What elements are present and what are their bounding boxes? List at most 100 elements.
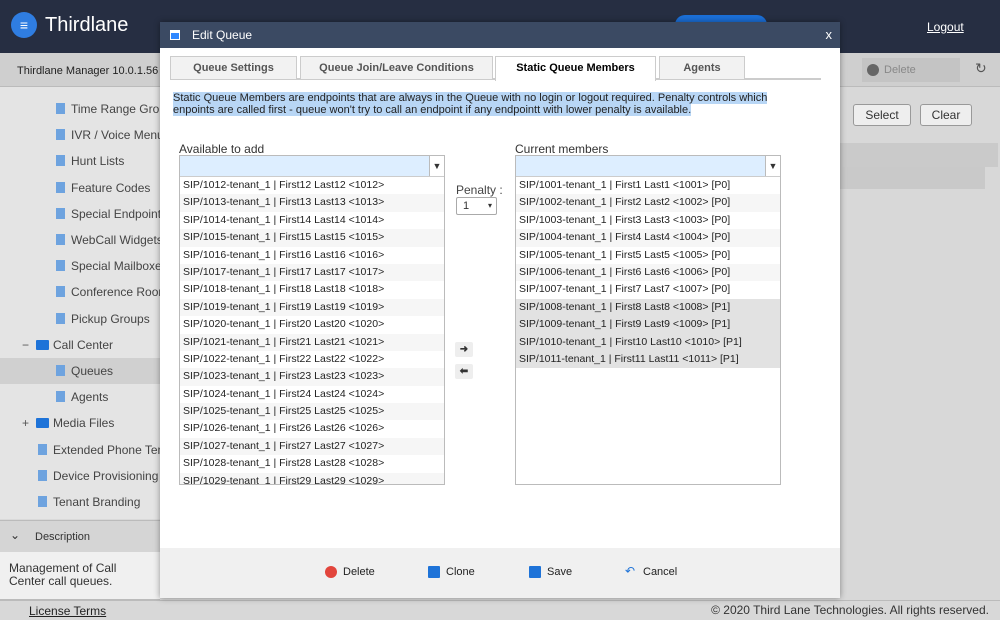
sidebar-item-label: Hunt Lists [71, 154, 125, 169]
save-icon [529, 566, 541, 578]
list-item[interactable]: SIP/1022-tenant_1 | First22 Last22 <1022… [180, 351, 444, 368]
list-item[interactable]: SIP/1015-tenant_1 | First15 Last15 <1015… [180, 229, 444, 247]
list-item[interactable]: SIP/1013-tenant_1 | First13 Last13 <1013… [180, 194, 444, 212]
list-item[interactable]: SIP/1003-tenant_1 | First3 Last3 <1003> … [516, 212, 780, 229]
refresh-icon[interactable]: ↻ [975, 60, 987, 77]
list-item[interactable]: SIP/1017-tenant_1 | First17 Last17 <1017… [180, 263, 444, 282]
list-item[interactable]: SIP/1021-tenant_1 | First21 Last21 <1021… [180, 333, 444, 351]
chevron-down-icon[interactable]: ⌄ [10, 528, 20, 542]
copyright: © 2020 Third Lane Technologies. All righ… [711, 603, 989, 617]
clear-button[interactable]: Clear [920, 104, 972, 126]
expand-icon[interactable]: + [22, 410, 36, 436]
available-filter-input[interactable]: ▼ [180, 156, 444, 177]
sidebar-item[interactable]: Pickup Groups [0, 306, 160, 332]
sidebar-item-label: IVR / Voice Menus [71, 128, 160, 143]
filter-icon[interactable]: ▼ [429, 156, 444, 176]
folder-icon [36, 339, 49, 350]
sidebar-item[interactable]: Conference Rooms [0, 279, 160, 305]
add-arrow-right-icon[interactable]: ➜ [455, 342, 473, 357]
document-icon [56, 129, 65, 141]
sidebar-item[interactable]: + Media Files [0, 410, 160, 436]
collapse-icon[interactable]: − [22, 332, 36, 358]
list-item[interactable]: SIP/1024-tenant_1 | First24 Last24 <1024… [180, 386, 444, 403]
list-item[interactable]: SIP/1028-tenant_1 | First28 Last28 <1028… [180, 455, 444, 472]
list-item[interactable]: SIP/1014-tenant_1 | First14 Last14 <1014… [180, 212, 444, 229]
sidebar-item[interactable]: Hunt Lists [0, 148, 160, 174]
dialog-footer: Delete Clone Save ↶ Cancel [160, 548, 840, 598]
sidebar-item[interactable]: Queues [0, 358, 160, 384]
current-members-list[interactable]: ▼ SIP/1001-tenant_1 | First1 Last1 <1001… [515, 155, 781, 485]
delete-button[interactable]: Delete [325, 566, 375, 578]
available-label: Available to add [179, 142, 265, 156]
list-item[interactable]: SIP/1010-tenant_1 | First10 Last10 <1010… [516, 333, 780, 351]
list-item[interactable]: SIP/1005-tenant_1 | First5 Last5 <1005> … [516, 247, 780, 264]
list-item[interactable]: SIP/1025-tenant_1 | First25 Last25 <1025… [180, 403, 444, 421]
list-item[interactable]: SIP/1016-tenant_1 | First16 Last16 <1016… [180, 247, 444, 264]
available-list[interactable]: ▼ SIP/1012-tenant_1 | First12 Last12 <10… [179, 155, 445, 485]
sidebar-item[interactable]: WebCall Widgets [0, 227, 160, 253]
dialog-title-bar: Edit Queue x [160, 22, 840, 48]
sidebar-tree: Time Range Groups IVR / Voice Menus Hunt L… [0, 87, 160, 519]
list-item[interactable]: SIP/1027-tenant_1 | First27 Last27 <1027… [180, 437, 444, 456]
tab-static-queue-members[interactable]: Static Queue Members [495, 56, 656, 81]
list-item[interactable]: SIP/1007-tenant_1 | First7 Last7 <1007> … [516, 281, 780, 298]
list-item[interactable]: SIP/1011-tenant_1 | First11 Last11 <1011… [516, 350, 780, 369]
list-item[interactable]: SIP/1029-tenant_1 | First29 Last29 <1029… [180, 472, 444, 484]
select-button[interactable]: Select [853, 104, 911, 126]
sidebar-item-label: Call Center [53, 337, 114, 352]
sidebar-item[interactable]: − Call Center [0, 332, 160, 358]
sidebar-item-label: Feature Codes [71, 180, 151, 195]
list-item[interactable]: SIP/1004-tenant_1 | First4 Last4 <1004> … [516, 229, 780, 247]
save-button[interactable]: Save [529, 566, 572, 578]
tab-queue-join-leave[interactable]: Queue Join/Leave Conditions [300, 56, 493, 79]
delete-selected-button[interactable]: Delete Selected [862, 58, 960, 100]
cancel-button[interactable]: ↶ Cancel [625, 564, 677, 578]
tab-agents[interactable]: Agents [659, 56, 745, 79]
sidebar-item[interactable]: Special Mailboxes [0, 253, 160, 279]
list-item[interactable]: SIP/1002-tenant_1 | First2 Last2 <1002> … [516, 194, 780, 212]
list-item[interactable]: SIP/1019-tenant_1 | First19 Last19 <1019… [180, 298, 444, 317]
close-icon[interactable]: x [826, 22, 833, 48]
sidebar-item-label: Special Endpoints [71, 206, 160, 221]
list-item[interactable]: SIP/1008-tenant_1 | First8 Last8 <1008> … [516, 298, 780, 317]
list-item[interactable]: SIP/1018-tenant_1 | First18 Last18 <1018… [180, 281, 444, 298]
list-item[interactable]: SIP/1023-tenant_1 | First23 Last23 <1023… [180, 368, 444, 386]
current-filter-input[interactable]: ▼ [516, 156, 780, 177]
sidebar-item-label: Time Range Groups [71, 102, 160, 116]
sidebar-item[interactable]: Feature Codes [0, 175, 160, 201]
clone-button[interactable]: Clone [428, 566, 475, 578]
description-title: Description [35, 531, 91, 543]
table-row[interactable] [840, 167, 985, 189]
document-icon [38, 443, 47, 455]
penalty-label: Penalty : [456, 183, 503, 197]
description-header[interactable]: Description [0, 520, 160, 552]
sidebar-item[interactable]: Extended Phone Templates [0, 437, 160, 463]
sidebar-item[interactable]: Special Endpoints [0, 201, 160, 227]
list-item[interactable]: SIP/1009-tenant_1 | First9 Last9 <1009> … [516, 316, 780, 334]
sidebar-item-label: Conference Rooms [71, 285, 160, 300]
list-item[interactable]: SIP/1012-tenant_1 | First12 Last12 <1012… [180, 177, 444, 194]
sidebar-item-label: WebCall Widgets [71, 233, 160, 247]
sidebar-item[interactable]: Agents [0, 384, 160, 410]
brand-name: Thirdlane [45, 14, 129, 36]
filter-icon[interactable]: ▼ [765, 156, 780, 176]
sidebar-item-label: Extended Phone Templates [53, 442, 160, 457]
list-item[interactable]: SIP/1001-tenant_1 | First1 Last1 <1001> … [516, 177, 780, 194]
description-text: Management of Call Center call queues. [0, 552, 160, 600]
info-text: Static Queue Members are endpoints that … [173, 92, 768, 116]
penalty-select[interactable]: 1 [456, 197, 497, 215]
list-item[interactable]: SIP/1026-tenant_1 | First26 Last26 <1026… [180, 420, 444, 437]
license-terms-link[interactable]: License Terms [29, 604, 106, 618]
remove-arrow-left-icon[interactable]: ⬅ [455, 364, 473, 379]
sidebar-item[interactable]: IVR / Voice Menus [0, 122, 160, 148]
sidebar-item[interactable]: Tenant Branding [0, 489, 160, 515]
sidebar-item[interactable]: Device Provisioning [0, 463, 160, 489]
sidebar-item[interactable]: Time Range Groups [0, 96, 160, 122]
tab-bar: Queue Settings Queue Join/Leave Conditio… [170, 56, 821, 81]
thirdlane-logo-icon: ≡ [11, 12, 37, 38]
list-item[interactable]: SIP/1020-tenant_1 | First20 Last20 <1020… [180, 316, 444, 333]
list-item[interactable]: SIP/1006-tenant_1 | First6 Last6 <1006> … [516, 263, 780, 282]
tab-queue-settings[interactable]: Queue Settings [170, 56, 297, 79]
logout-link[interactable]: Logout [927, 20, 964, 34]
document-icon [56, 103, 65, 114]
